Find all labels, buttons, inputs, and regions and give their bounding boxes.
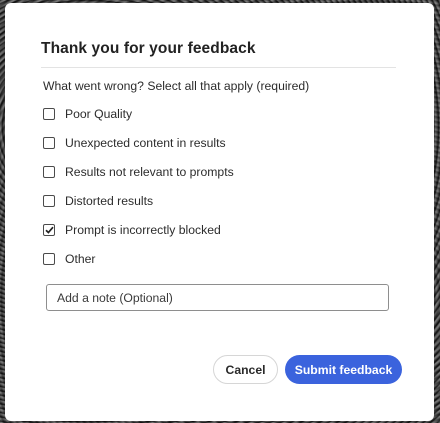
option-incorrectly-blocked[interactable]: Prompt is incorrectly blocked <box>43 222 221 238</box>
option-label: Unexpected content in results <box>65 136 226 150</box>
title-divider <box>41 67 396 68</box>
option-label: Other <box>65 252 96 266</box>
option-not-relevant[interactable]: Results not relevant to prompts <box>43 164 234 180</box>
checkbox[interactable] <box>43 166 55 178</box>
checkbox[interactable] <box>43 253 55 265</box>
option-label: Prompt is incorrectly blocked <box>65 223 221 237</box>
submit-feedback-button[interactable]: Submit feedback <box>285 355 402 384</box>
note-input[interactable] <box>46 284 389 311</box>
cancel-button[interactable]: Cancel <box>213 355 278 384</box>
checkbox[interactable] <box>43 195 55 207</box>
feedback-dialog: Thank you for your feedback What went wr… <box>5 3 434 421</box>
option-poor-quality[interactable]: Poor Quality <box>43 106 132 122</box>
option-label: Results not relevant to prompts <box>65 165 234 179</box>
checkbox[interactable] <box>43 137 55 149</box>
option-label: Distorted results <box>65 194 154 208</box>
option-distorted-results[interactable]: Distorted results <box>43 193 153 209</box>
option-unexpected-content[interactable]: Unexpected content in results <box>43 135 226 151</box>
checkmark-icon <box>44 226 54 234</box>
checkbox[interactable] <box>43 108 55 120</box>
option-label: Poor Quality <box>65 107 133 121</box>
option-other[interactable]: Other <box>43 251 95 267</box>
checkbox[interactable] <box>43 224 55 236</box>
question-label: What went wrong? Select all that apply (… <box>43 79 310 93</box>
dialog-title: Thank you for your feedback <box>41 40 256 57</box>
